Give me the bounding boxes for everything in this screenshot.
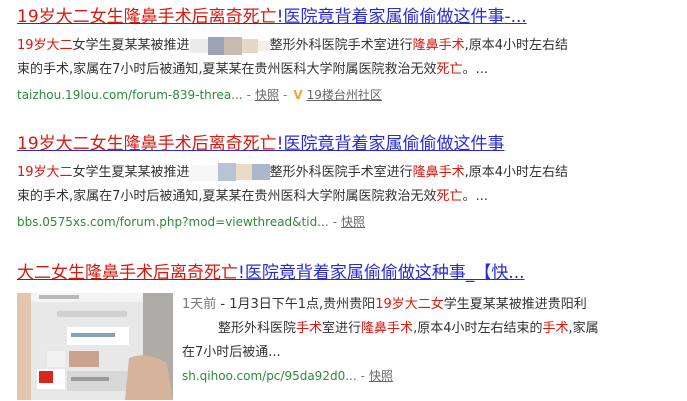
abstract-highlight: 死亡 [436,62,463,77]
separator: - [332,215,337,229]
abstract-text: 。... [462,189,488,204]
abstract-text: ,家属 [568,321,599,336]
title-highlight: 19岁大二女生隆鼻手术后离奇死亡 [17,134,277,154]
abstract-line: 19岁大二女学生夏某某被推进 整形外科医院手术室进行隆鼻手术,原本4小时左右结 [17,161,685,185]
blurred-redaction [189,35,270,57]
abstract-text: 学生夏某某被推进贵阳利 [443,297,587,312]
result-abstract: 1天前 - 1月3日下午1点,贵州贵阳19岁大二女学生夏某某被推进贵阳利 整形外… [182,293,685,365]
result-text: 1天前 - 1月3日下午1点,贵州贵阳19岁大二女学生夏某某被推进贵阳利 整形外… [182,293,685,400]
abstract-text: ,原本4小时左右结束的 [413,321,543,336]
title-highlight: 大二女生隆鼻手术后离奇死亡 [17,263,238,283]
abstract-highlight: 死亡 [436,189,463,204]
abstract-line: 束的手术,家属在7小时后被通知,夏某某在贵州医科大学附属医院救治无效死亡。... [17,58,685,82]
abstract-text: 在7小时后被通... [182,345,281,360]
abstract-text: 整形外科医院手术室进行 [269,38,413,53]
snapshot-link[interactable]: 快照 [369,369,393,383]
title-rest: !医院竟背着家属偷偷做这种事_【快... [238,263,525,283]
abstract-text: 整形外科医院手术室进行 [269,165,413,180]
title-rest: !医院竟背着家属偷偷做这件事-... [276,7,527,27]
result-title-link[interactable]: 19岁大二女生隆鼻手术后离奇死亡!医院竟背着家属偷偷做这件事-... [17,4,685,30]
abstract-text: - 1月3日下午1点,贵州贵阳 [216,297,376,312]
search-result-2: 19岁大二女生隆鼻手术后离奇死亡!医院竟背着家属偷偷做这件事 19岁大二女学生夏… [17,131,685,233]
result-meta: sh.qihoo.com/pc/95da92d0... - 快照 [182,365,685,387]
abstract-line: 在7小时后被通... [182,341,685,365]
separator: - [282,88,288,102]
abstract-highlight: 19岁大二 [17,165,73,180]
abstract-line: 束的手术,家属在7小时后被通知,夏某某在贵州医科大学附属医院救治无效死亡。... [17,185,685,209]
abstract-text: ,原本4小时左右结 [464,38,568,53]
abstract-highlight: 隆鼻手术 [361,321,414,336]
result-meta: taizhou.19lou.com/forum-839-threa... - 快照 -… [17,84,685,106]
result-time: 1天前 [182,297,217,312]
abstract-highlight: 手术 [296,321,323,336]
abstract-highlight: 19岁大二女 [375,297,444,312]
abstract-highlight: 手术 [542,321,569,336]
abstract-text: ,原本4小时左右结 [464,165,568,180]
separator: - [246,88,251,102]
title-highlight: 19岁大二女生隆鼻手术后离奇死亡 [17,7,277,27]
verified-badge-icon: V [293,88,303,102]
search-result-1: 19岁大二女生隆鼻手术后离奇死亡!医院竟背着家属偷偷做这件事-... 19岁大二… [17,4,685,106]
abstract-highlight: 隆鼻手术 [412,38,465,53]
blurred-redaction [189,162,270,184]
abstract-text: 束的手术,家属在7小时后被通知,夏某某在贵州医科大学附属医院救治无效 [17,62,437,77]
search-result-3: 大二女生隆鼻手术后离奇死亡!医院竟背着家属偷偷做这种事_【快... 1天前 - … [17,260,685,400]
abstract-highlight: 隆鼻手术 [412,165,465,180]
title-rest: !医院竟背着家属偷偷做这件事 [276,134,505,154]
snapshot-link[interactable]: 快照 [255,88,279,102]
result-title-link[interactable]: 大二女生隆鼻手术后离奇死亡!医院竟背着家属偷偷做这种事_【快... [17,260,685,286]
result-meta: bbs.0575xs.com/forum.php?mod=viewthread&… [17,211,685,233]
site-name-link[interactable]: 19楼台州社区 [307,88,382,102]
abstract-text: 。... [462,62,488,77]
result-body: 1天前 - 1月3日下午1点,贵州贵阳19岁大二女学生夏某某被推进贵阳利 整形外… [17,293,685,400]
result-title-link[interactable]: 19岁大二女生隆鼻手术后离奇死亡!医院竟背着家属偷偷做这件事 [17,131,685,157]
result-thumbnail[interactable] [17,293,173,400]
abstract-line: 1天前 - 1月3日下午1点,贵州贵阳19岁大二女学生夏某某被推进贵阳利 [182,293,685,317]
result-url: bbs.0575xs.com/forum.php?mod=viewthread&… [17,215,329,229]
snapshot-link[interactable]: 快照 [341,215,365,229]
abstract-highlight: 19岁大二 [17,38,73,53]
result-url: taizhou.19lou.com/forum-839-threa... [17,88,243,102]
abstract-text: 女学生夏某某被推进 [72,38,190,53]
separator: - [360,369,365,383]
result-abstract: 19岁大二女学生夏某某被推进 整形外科医院手术室进行隆鼻手术,原本4小时左右结 束… [17,34,685,82]
result-url: sh.qihoo.com/pc/95da92d0... [182,369,357,383]
abstract-text: 室进行 [322,321,362,336]
phone-screenshot-image [17,293,173,400]
abstract-text: 整形外科医院 [218,321,297,336]
abstract-text: 束的手术,家属在7小时后被通知,夏某某在贵州医科大学附属医院救治无效 [17,189,437,204]
result-abstract: 19岁大二女学生夏某某被推进 整形外科医院手术室进行隆鼻手术,原本4小时左右结 束… [17,161,685,209]
abstract-text: 女学生夏某某被推进 [72,165,190,180]
abstract-line: 19岁大二女学生夏某某被推进 整形外科医院手术室进行隆鼻手术,原本4小时左右结 [17,34,685,58]
abstract-line: 整形外科医院手术室进行隆鼻手术,原本4小时左右结束的手术,家属 [182,317,685,341]
